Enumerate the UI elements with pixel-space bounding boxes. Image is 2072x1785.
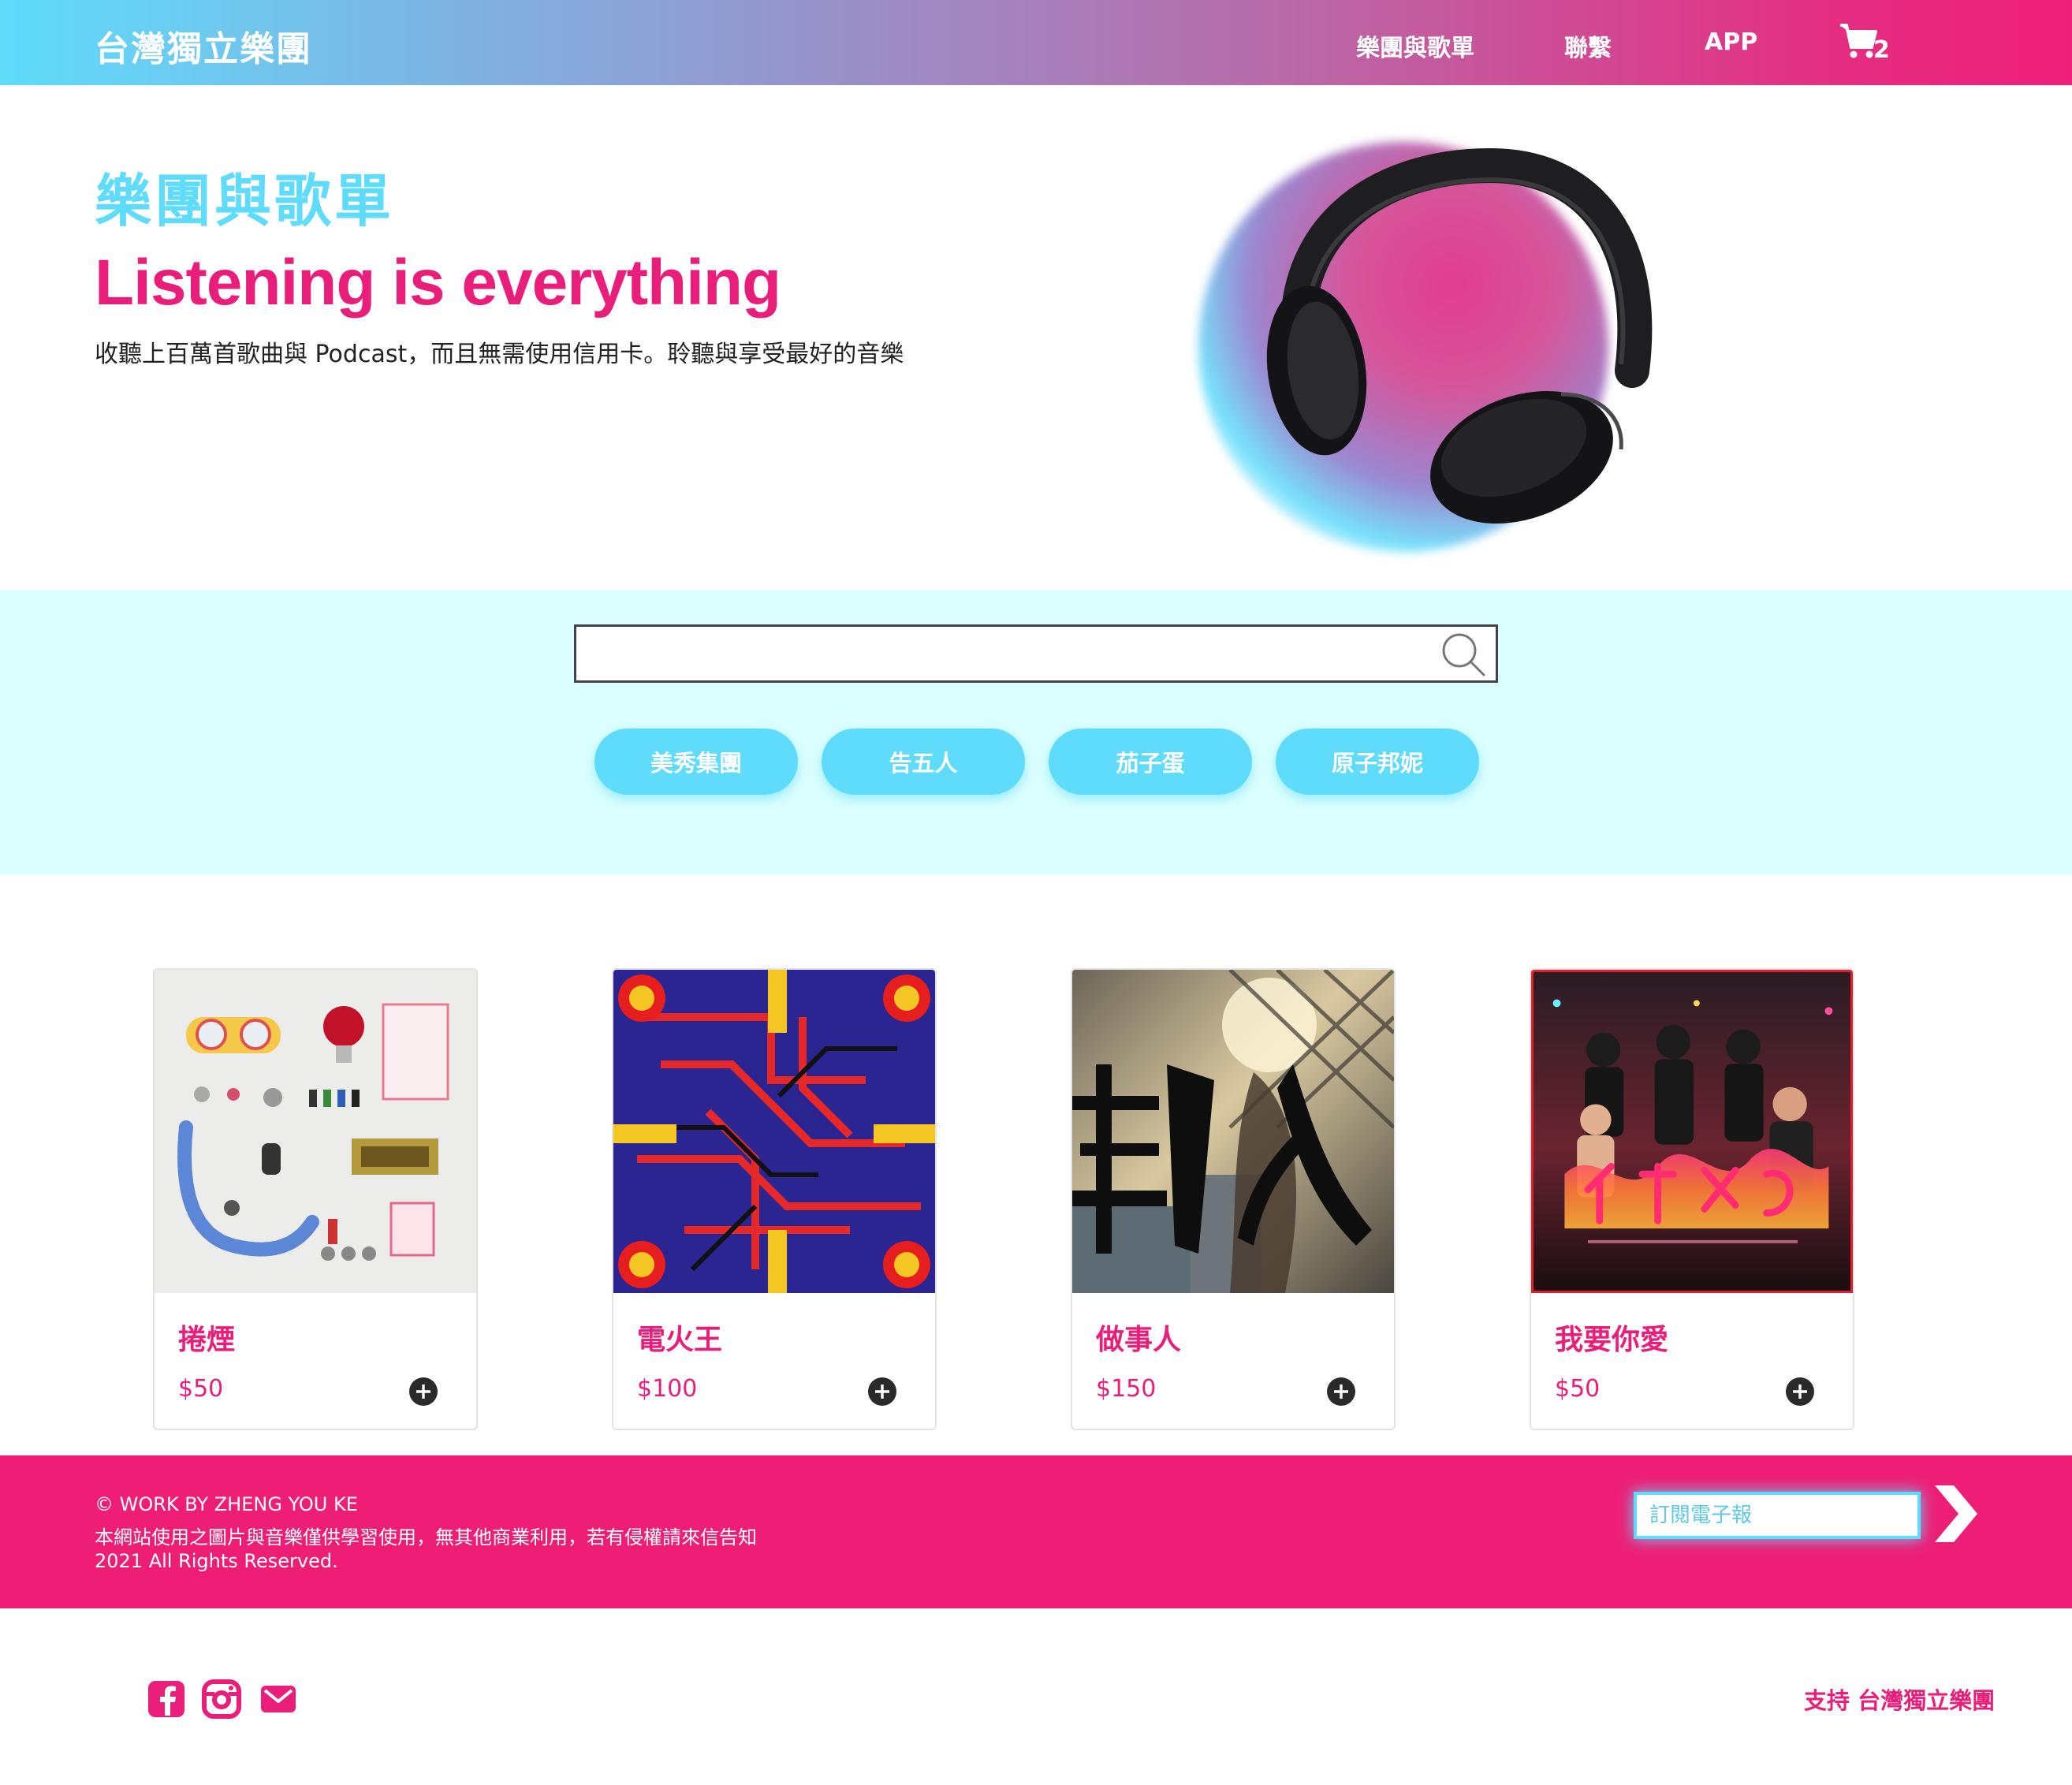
chevron-right-icon[interactable]: [1930, 1485, 1981, 1542]
footer-rights: 2021 All Rights Reserved.: [95, 1550, 338, 1572]
product-price: $50: [1555, 1375, 1601, 1403]
product-title: 做事人: [1096, 1324, 1182, 1356]
footer-notice: 本網站使用之圖片與音樂僅供學習使用，無其他商業利用，若有侵權請來信告知: [95, 1526, 757, 1548]
newsletter-field: [1634, 1492, 1921, 1539]
product-title: 捲煙: [178, 1324, 236, 1356]
cart-count-badge: 2: [1873, 36, 1890, 64]
tag-button-accusefive[interactable]: 告五人: [822, 729, 1025, 795]
hero-subtitle: Listening is everything: [95, 247, 781, 319]
product-card[interactable]: 做事人 $150: [1071, 968, 1396, 1430]
product-card[interactable]: 我要你愛 $50: [1530, 968, 1854, 1430]
album-cover-image[interactable]: [1072, 970, 1394, 1293]
add-to-cart-icon[interactable]: [408, 1377, 438, 1407]
album-cover-image[interactable]: [613, 970, 935, 1293]
product-title: 電火王: [637, 1324, 723, 1356]
tag-button-eggplant-egg[interactable]: 茄子蛋: [1049, 729, 1252, 795]
brand-logo[interactable]: 台灣獨立樂團: [95, 20, 312, 71]
add-to-cart-icon[interactable]: [1785, 1377, 1815, 1407]
search-input[interactable]: [576, 627, 1428, 680]
instagram-icon[interactable]: [202, 1679, 241, 1719]
album-cover-image[interactable]: [1531, 970, 1853, 1293]
hero-headphones-image: [1183, 134, 1656, 552]
newsletter-input[interactable]: [1637, 1495, 1917, 1536]
top-navbar: 台灣獨立樂團 樂團與歌單 聯繫 APP 2: [0, 0, 2072, 85]
add-to-cart-icon[interactable]: [1326, 1377, 1356, 1407]
cart-icon: [1840, 24, 1877, 58]
search-bar: [574, 624, 1498, 683]
tag-button-atom-bunny[interactable]: 原子邦妮: [1276, 729, 1479, 795]
product-price: $50: [178, 1375, 224, 1403]
album-cover-image[interactable]: [155, 970, 476, 1293]
search-icon[interactable]: [1440, 632, 1488, 679]
hero-description: 收聽上百萬首歌曲與 Podcast，而且無需使用信用卡。聆聽與享受最好的音樂: [95, 341, 904, 368]
nav-link-app[interactable]: APP: [1705, 28, 1757, 56]
facebook-icon[interactable]: [147, 1679, 186, 1719]
product-title: 我要你愛: [1555, 1324, 1669, 1356]
product-card[interactable]: 捲煙 $50: [153, 968, 478, 1430]
nav-link-contact[interactable]: 聯繫: [1564, 28, 1612, 63]
headphones-icon: [1266, 147, 1653, 524]
hero-title: 樂團與歌單: [95, 168, 395, 234]
product-price: $150: [1096, 1375, 1157, 1403]
nav-link-bands[interactable]: 樂團與歌單: [1356, 28, 1474, 63]
mail-icon[interactable]: [259, 1679, 298, 1719]
tag-button-meishow[interactable]: 美秀集團: [594, 729, 798, 795]
add-to-cart-icon[interactable]: [867, 1377, 897, 1407]
product-price: $100: [637, 1375, 698, 1403]
product-card[interactable]: 電火王 $100: [612, 968, 937, 1430]
footer-credit: © WORK BY ZHENG YOU KE: [95, 1493, 358, 1515]
support-link[interactable]: 支持 台灣獨立樂團: [1804, 1683, 1995, 1716]
